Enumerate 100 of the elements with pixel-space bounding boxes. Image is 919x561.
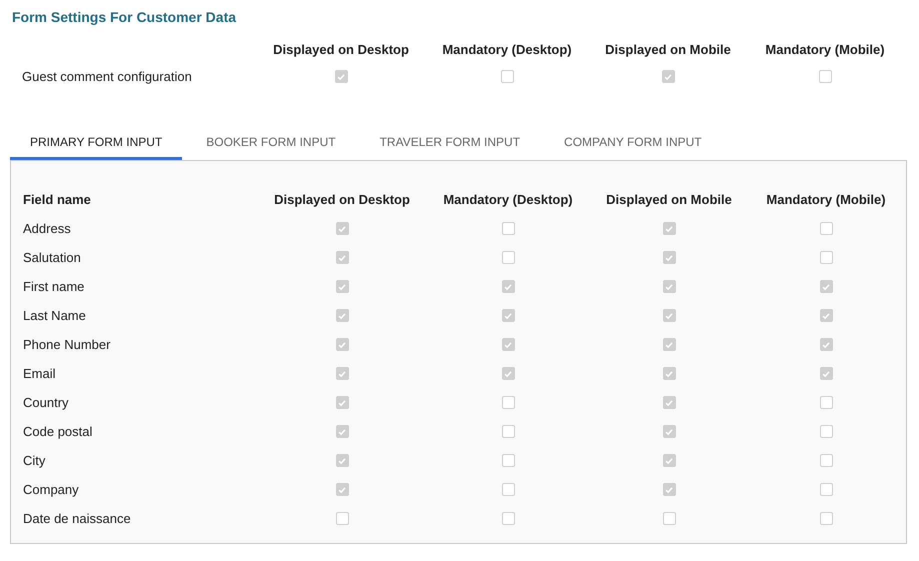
checkbox[interactable] xyxy=(820,280,832,293)
checkmark-icon xyxy=(664,224,674,234)
checkbox[interactable] xyxy=(662,425,676,438)
field-name: Last Name xyxy=(23,308,86,323)
checkbox[interactable] xyxy=(502,396,514,409)
checkmark-icon xyxy=(664,368,674,378)
checkbox[interactable] xyxy=(820,222,832,235)
column-header: Displayed on Desktop xyxy=(274,192,410,207)
checkmark-icon xyxy=(664,484,674,494)
checkbox[interactable] xyxy=(336,222,348,235)
checkmark-icon xyxy=(664,282,674,292)
checkbox[interactable] xyxy=(502,454,514,467)
checkmark-icon xyxy=(821,282,831,292)
checkbox[interactable] xyxy=(662,70,674,83)
checkbox[interactable] xyxy=(820,396,832,409)
checkmark-icon xyxy=(664,340,674,350)
checkmark-icon xyxy=(337,282,347,292)
checkbox[interactable] xyxy=(820,251,832,264)
checkbox[interactable] xyxy=(662,338,676,351)
field-name: City xyxy=(23,453,46,468)
checkmark-icon xyxy=(821,368,831,378)
checkbox[interactable] xyxy=(820,425,832,438)
checkbox[interactable] xyxy=(662,396,676,409)
checkmark-icon xyxy=(503,282,513,292)
checkbox[interactable] xyxy=(662,280,676,293)
checkbox[interactable] xyxy=(502,483,514,496)
field-name: Email xyxy=(23,366,56,381)
checkmark-icon xyxy=(337,426,347,436)
field-name: Salutation xyxy=(23,250,81,265)
checkmark-icon xyxy=(337,224,347,234)
checkbox[interactable] xyxy=(820,483,832,496)
checkbox[interactable] xyxy=(502,367,514,380)
column-header: Field name xyxy=(23,192,91,207)
field-name: Phone Number xyxy=(23,337,110,352)
checkbox[interactable] xyxy=(336,425,348,438)
checkbox[interactable] xyxy=(820,309,832,322)
checkbox[interactable] xyxy=(818,70,832,83)
column-header: Mandatory (Desktop) xyxy=(442,42,572,57)
checkbox[interactable] xyxy=(502,425,514,438)
checkbox[interactable] xyxy=(336,251,348,264)
page-title: Form Settings For Customer Data xyxy=(12,8,238,27)
tab[interactable]: TRAVELER FORM INPUT xyxy=(360,130,540,160)
checkbox[interactable] xyxy=(500,70,514,83)
checkmark-icon xyxy=(337,368,347,378)
checkmark-icon xyxy=(503,340,513,350)
checkbox[interactable] xyxy=(336,309,348,322)
checkmark-icon xyxy=(664,252,674,262)
checkbox[interactable] xyxy=(820,367,832,380)
checkbox[interactable] xyxy=(336,280,348,293)
checkmark-icon xyxy=(664,456,674,466)
checkbox[interactable] xyxy=(336,367,348,380)
checkbox[interactable] xyxy=(662,454,676,467)
column-header: Displayed on Mobile xyxy=(606,192,732,207)
column-header: Mandatory (Mobile) xyxy=(765,42,885,57)
checkmark-icon xyxy=(663,72,673,82)
checkmark-icon xyxy=(337,456,347,466)
field-name: Company xyxy=(23,482,79,497)
column-header: Mandatory (Desktop) xyxy=(443,192,573,207)
checkbox[interactable] xyxy=(336,483,348,496)
checkmark-icon xyxy=(337,340,347,350)
row-label: Guest comment configuration xyxy=(22,68,193,86)
checkbox[interactable] xyxy=(502,280,514,293)
column-header: Displayed on Desktop xyxy=(273,42,409,57)
field-name: Address xyxy=(23,221,71,236)
checkmark-icon xyxy=(337,484,347,494)
checkbox[interactable] xyxy=(502,222,514,235)
field-name: Code postal xyxy=(23,424,92,439)
field-name: Date de naissance xyxy=(23,511,131,526)
column-header: Displayed on Mobile xyxy=(605,42,731,57)
checkbox[interactable] xyxy=(502,512,514,525)
checkbox[interactable] xyxy=(334,70,348,83)
checkbox[interactable] xyxy=(336,454,348,467)
field-name: Country xyxy=(23,395,69,410)
tab[interactable]: COMPANY FORM INPUT xyxy=(544,130,722,160)
checkmark-icon xyxy=(503,310,513,320)
checkmark-icon xyxy=(821,310,831,320)
checkbox[interactable] xyxy=(502,338,514,351)
checkmark-icon xyxy=(664,310,674,320)
checkbox[interactable] xyxy=(820,454,832,467)
checkbox[interactable] xyxy=(820,512,832,525)
checkmark-icon xyxy=(337,398,347,408)
checkbox[interactable] xyxy=(336,396,348,409)
checkmark-icon xyxy=(821,340,831,350)
checkmark-icon xyxy=(337,310,347,320)
checkbox[interactable] xyxy=(662,367,676,380)
checkmark-icon xyxy=(337,252,347,262)
checkbox[interactable] xyxy=(336,512,348,525)
checkmark-icon xyxy=(336,72,346,82)
tab[interactable]: BOOKER FORM INPUT xyxy=(186,130,356,160)
checkbox[interactable] xyxy=(820,338,832,351)
checkbox[interactable] xyxy=(662,309,676,322)
checkbox[interactable] xyxy=(336,338,348,351)
checkbox[interactable] xyxy=(662,251,676,264)
field-name: First name xyxy=(23,279,84,294)
checkbox[interactable] xyxy=(502,309,514,322)
checkbox[interactable] xyxy=(662,483,676,496)
checkmark-icon xyxy=(503,368,513,378)
checkbox[interactable] xyxy=(502,251,514,264)
checkbox[interactable] xyxy=(662,222,676,235)
checkbox[interactable] xyxy=(662,512,676,525)
